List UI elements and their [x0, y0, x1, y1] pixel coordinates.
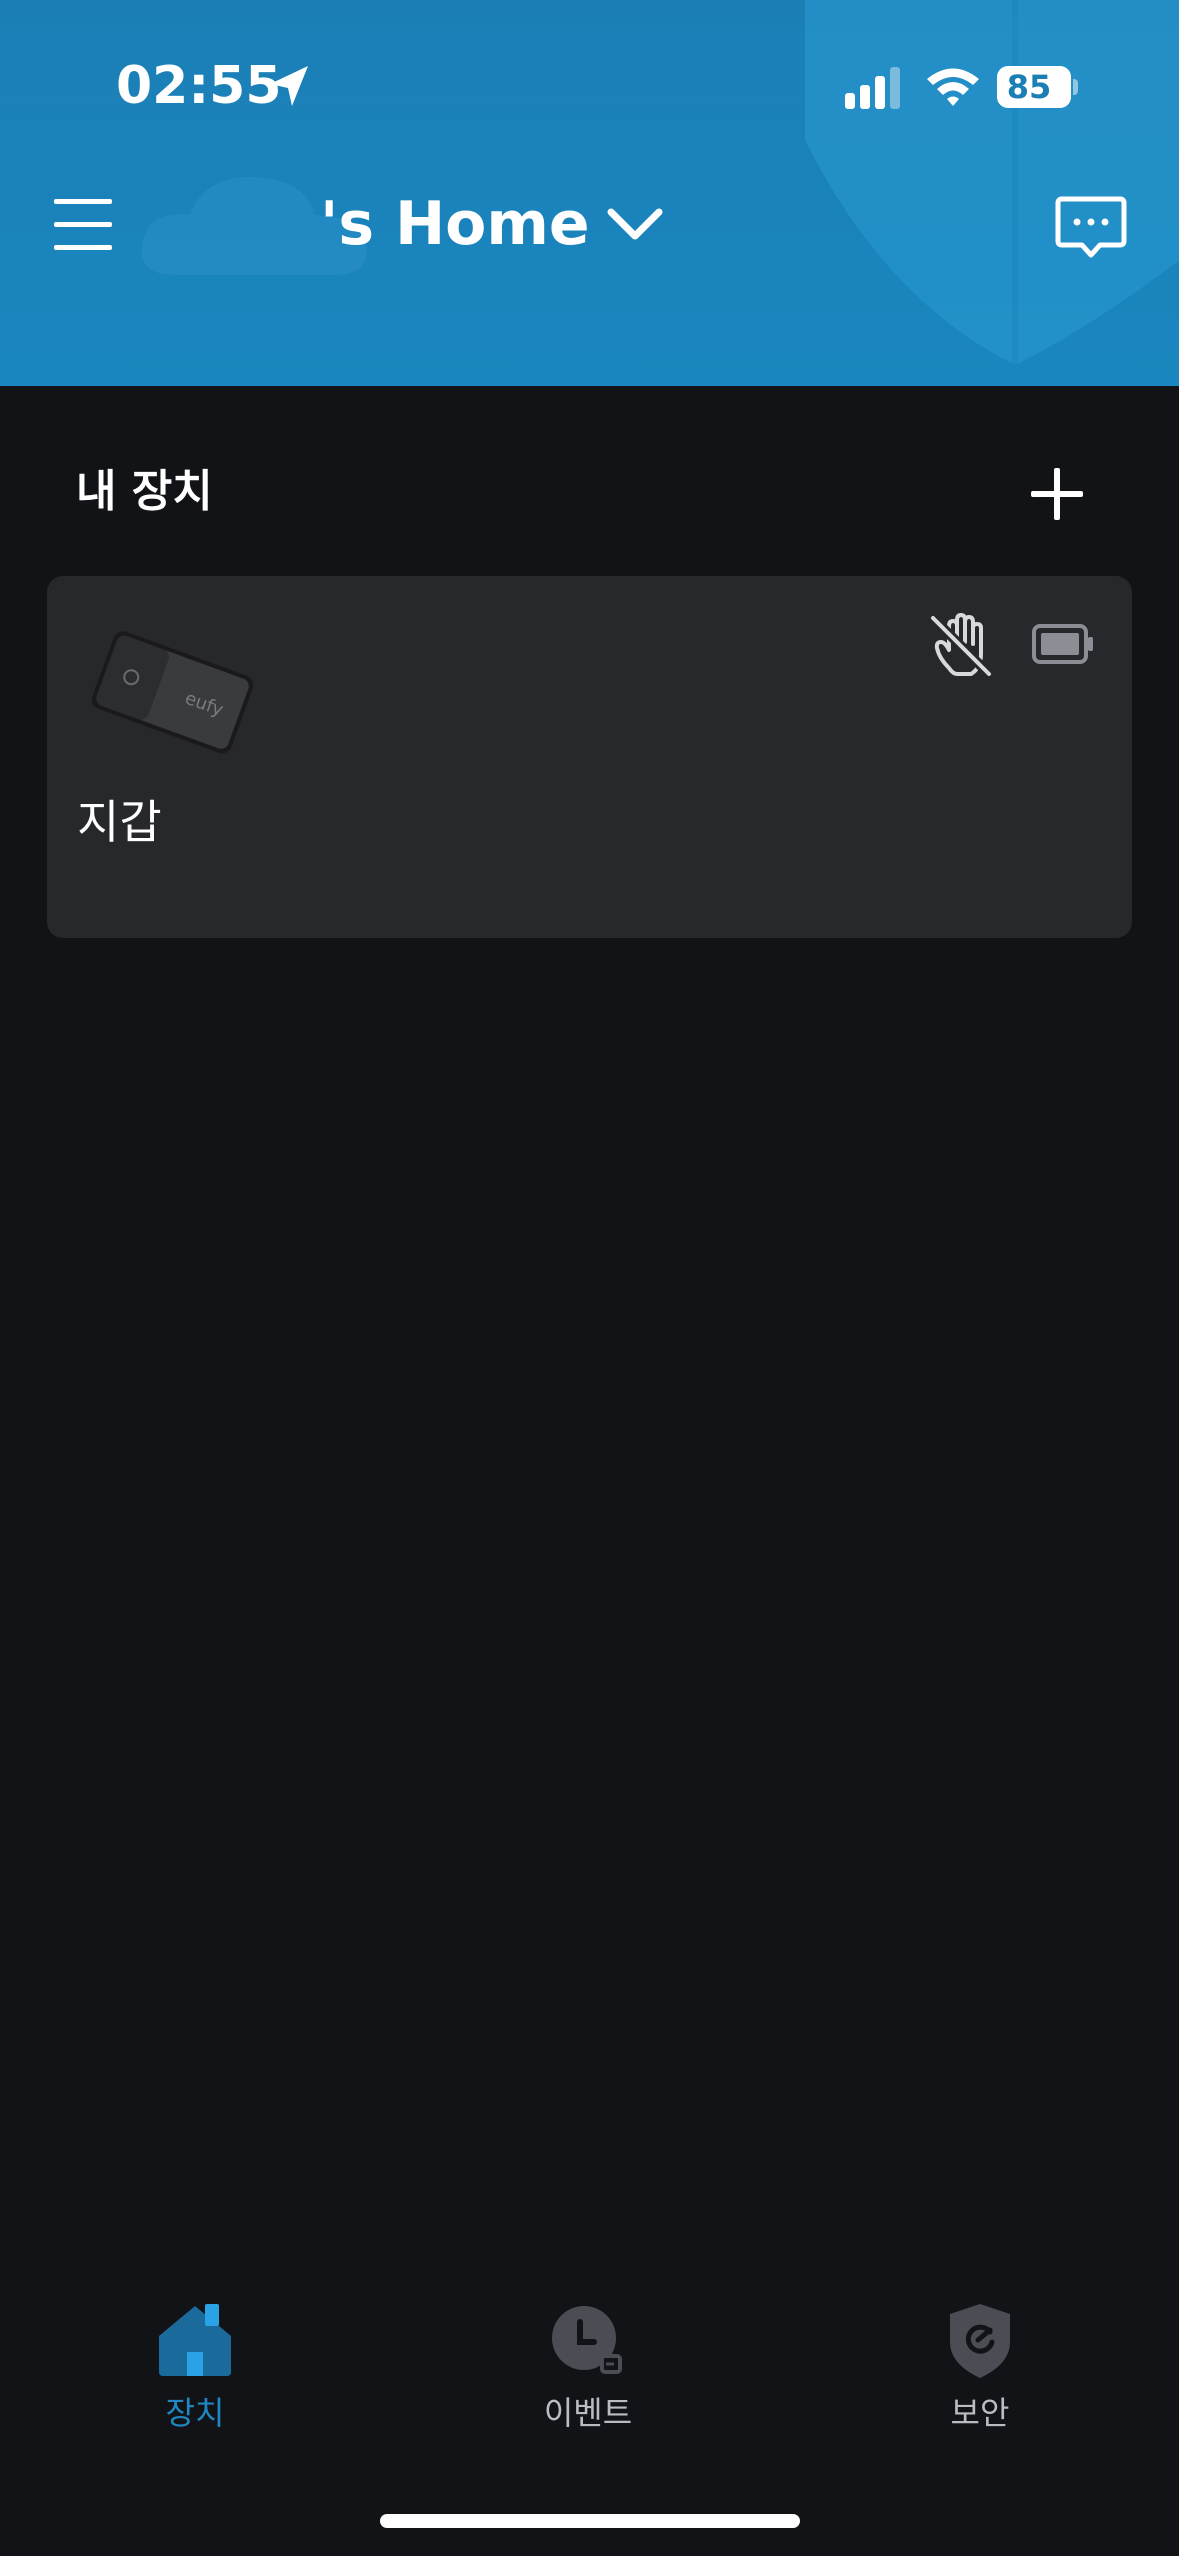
tab-security-label: 보안: [950, 2394, 1010, 2432]
tab-devices[interactable]: 장치: [95, 2300, 295, 2460]
home-selector[interactable]: 's Home: [320, 186, 664, 262]
battery-icon: 85: [997, 66, 1078, 108]
device-card[interactable]: eufy 지갑: [47, 576, 1132, 938]
home-icon: [159, 2304, 231, 2376]
shield-icon: [950, 2304, 1010, 2378]
tab-events[interactable]: 이벤트: [488, 2300, 688, 2460]
hamburger-menu-icon[interactable]: [54, 196, 116, 254]
clock-icon: [552, 2306, 622, 2374]
tab-security[interactable]: 보안: [880, 2300, 1080, 2460]
home-indicator[interactable]: [380, 2514, 800, 2528]
section-title-my-devices: 내 장치: [76, 466, 213, 517]
status-bar: 02:55 85: [0, 0, 1179, 170]
device-thumbnail: eufy: [91, 631, 254, 754]
location-arrow-icon: [270, 66, 308, 106]
hand-off-icon: [929, 613, 993, 678]
app-header: 02:55 85 's Home: [0, 0, 1179, 386]
tab-devices-label: 장치: [165, 2394, 225, 2432]
device-name: 지갑: [77, 795, 162, 849]
bottom-tab-bar: 장치 이벤트 보안: [0, 2300, 1179, 2480]
battery-level: 85: [1006, 68, 1052, 106]
home-title: 's Home: [320, 189, 590, 259]
chevron-down-icon: [607, 208, 663, 240]
wifi-icon: [927, 68, 979, 106]
tab-events-label: 이벤트: [543, 2394, 633, 2432]
plus-icon[interactable]: [1029, 466, 1085, 522]
status-time: 02:55: [116, 56, 282, 116]
battery-outline-icon: [1032, 624, 1093, 664]
cellular-signal-icon: [845, 67, 900, 109]
chat-bubble-icon[interactable]: [1054, 195, 1128, 263]
